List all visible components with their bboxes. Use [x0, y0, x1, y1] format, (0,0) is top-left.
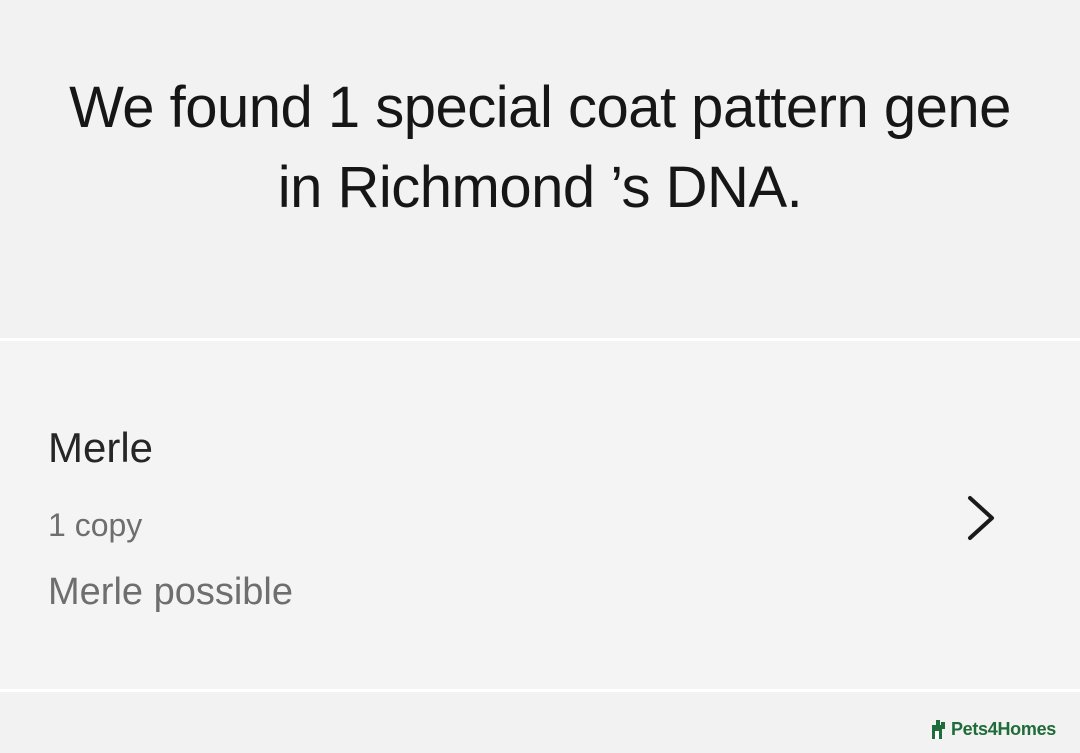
gene-name: Merle: [48, 424, 154, 471]
pets4homes-logo-icon: [931, 720, 945, 739]
page-title: We found 1 special coat pattern gene in …: [69, 75, 1011, 220]
gene-result: Merle possible: [48, 571, 293, 613]
footer: [0, 692, 1080, 753]
chevron-right-icon[interactable]: [960, 494, 1000, 542]
brand-watermark: Pets4Homes: [930, 716, 1056, 742]
page: We found 1 special coat pattern gene in …: [0, 0, 1080, 753]
results-header: We found 1 special coat pattern gene in …: [0, 0, 1080, 338]
gene-copy-count: 1 copy: [48, 507, 143, 543]
brand-name: Pets4Homes: [950, 718, 1056, 739]
gene-row-merle[interactable]: [0, 341, 1080, 689]
